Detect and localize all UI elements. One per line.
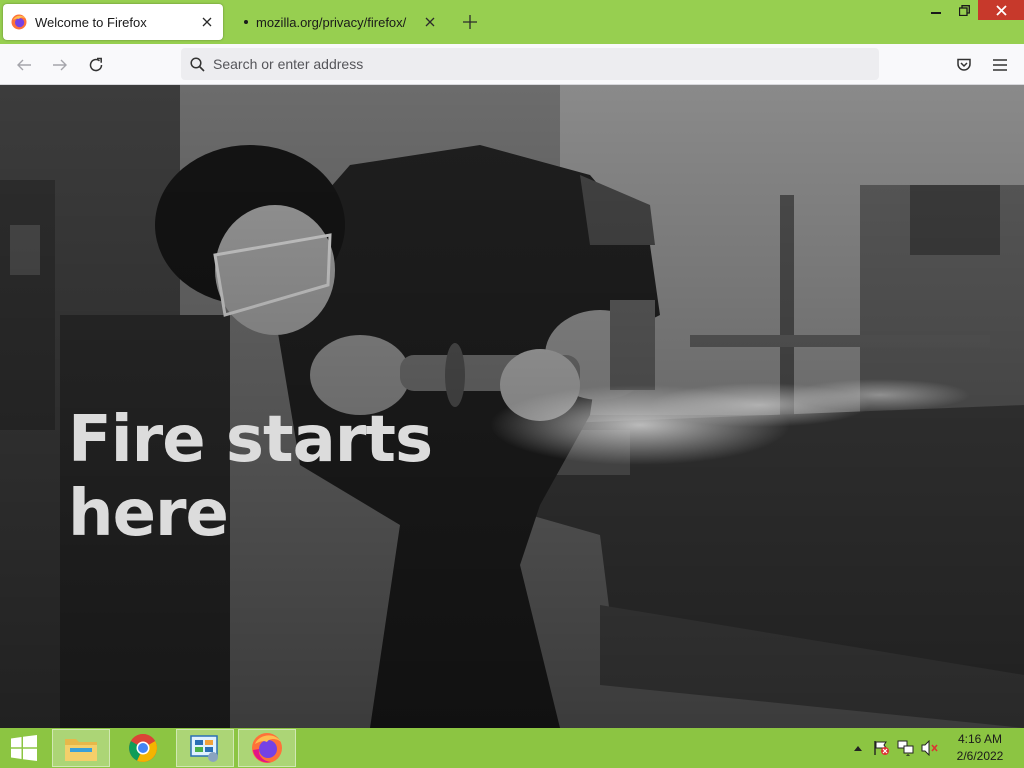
windows-logo-icon (11, 735, 37, 761)
show-hidden-icons-button[interactable] (850, 728, 866, 768)
clock-time: 4:16 AM (957, 732, 1003, 746)
headline-line-2: here (68, 477, 229, 551)
navigation-toolbar (0, 44, 1024, 85)
action-center-button[interactable] (872, 728, 892, 768)
reload-button[interactable] (83, 52, 109, 78)
clock-date: 2/6/2022 (956, 749, 1004, 763)
taskbar-file-explorer[interactable] (52, 729, 110, 767)
search-icon (190, 56, 205, 72)
app-menu-button[interactable] (987, 52, 1013, 78)
tab-bar: Welcome to Firefox mozilla.org/privacy/f… (0, 0, 1024, 44)
windows-taskbar: 4:16 AM 2/6/2022 (0, 728, 1024, 768)
network-icon (897, 740, 914, 756)
control-panel-icon (190, 735, 218, 762)
firefox-icon (252, 733, 282, 763)
folder-icon (65, 739, 97, 761)
minimize-icon (931, 12, 941, 14)
loading-dot-icon (244, 20, 248, 24)
tab-mozilla-privacy[interactable]: mozilla.org/privacy/firefox/ (232, 4, 446, 40)
close-window-button[interactable] (978, 0, 1024, 20)
network-button[interactable] (896, 728, 916, 768)
close-icon (995, 4, 1007, 16)
welcome-page: Fire starts here (0, 85, 1024, 728)
taskbar-control-panel[interactable] (176, 729, 234, 767)
new-tab-button[interactable] (458, 10, 482, 34)
arrow-left-icon (17, 59, 31, 71)
volume-muted-icon (921, 740, 938, 756)
restore-button[interactable] (950, 0, 978, 20)
system-clock[interactable]: 4:16 AM 2/6/2022 (944, 731, 1016, 765)
save-to-pocket-button[interactable] (951, 52, 977, 78)
tab-title: mozilla.org/privacy/firefox/ (256, 14, 407, 30)
plus-icon (463, 15, 477, 29)
close-tab-icon[interactable] (418, 10, 442, 34)
pocket-icon (957, 58, 971, 71)
taskbar-chrome[interactable] (114, 729, 172, 767)
close-tab-icon[interactable] (195, 10, 219, 34)
volume-button[interactable] (920, 728, 940, 768)
tab-welcome-to-firefox[interactable]: Welcome to Firefox (3, 4, 223, 40)
headline-line-1: Fire starts (68, 403, 433, 477)
restore-icon (958, 4, 970, 16)
hamburger-menu-icon (993, 59, 1007, 71)
reload-icon (89, 57, 103, 72)
hero-headline: Fire starts here (68, 403, 488, 551)
action-center-flag-icon (874, 741, 889, 755)
back-button[interactable] (11, 52, 37, 78)
tab-title: Welcome to Firefox (35, 14, 147, 30)
taskbar-firefox[interactable] (238, 729, 296, 767)
minimize-button[interactable] (922, 0, 950, 20)
arrow-right-icon (53, 59, 67, 71)
forward-button[interactable] (47, 52, 73, 78)
address-bar[interactable] (181, 48, 879, 80)
chrome-icon (129, 734, 157, 762)
start-button[interactable] (0, 728, 48, 768)
firefox-icon (11, 14, 27, 30)
url-input[interactable] (211, 55, 879, 73)
show-hidden-icons-icon (854, 746, 862, 751)
